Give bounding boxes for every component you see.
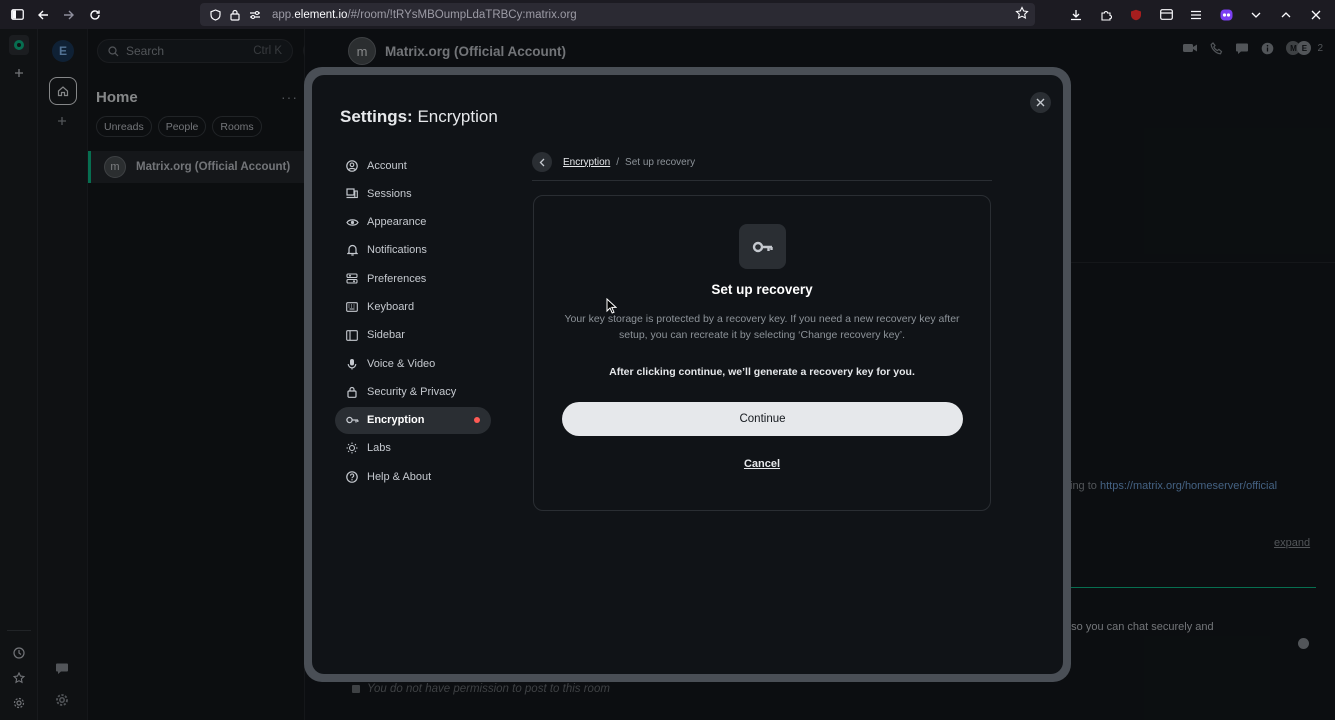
lightbulb-icon (345, 441, 359, 455)
nav-account[interactable]: Account (335, 152, 491, 179)
keyboard-icon (345, 300, 359, 314)
reader-view-icon[interactable] (1153, 0, 1179, 29)
nav-preferences[interactable]: Preferences (335, 265, 491, 292)
nav-labs[interactable]: Labs (335, 435, 491, 462)
permissions-icon[interactable] (246, 6, 264, 24)
chevron-left-icon (539, 158, 545, 166)
nav-encryption[interactable]: Encryption (335, 406, 491, 434)
menu-icon[interactable] (1183, 0, 1209, 29)
shield-icon[interactable] (206, 6, 224, 24)
nav-help-about[interactable]: Help & About (335, 463, 491, 490)
reload-icon[interactable] (82, 0, 108, 29)
nav-security-privacy[interactable]: Security & Privacy (335, 378, 491, 405)
eye-icon (345, 215, 359, 229)
nav-voice-video[interactable]: Voice & Video (335, 350, 491, 377)
alert-dot (474, 416, 480, 423)
sidebar-toggle-icon[interactable] (4, 0, 30, 29)
breadcrumb-parent-link[interactable]: Encryption (563, 157, 610, 168)
card-description: Your key storage is protected by a recov… (564, 313, 960, 341)
close-dialog-button[interactable] (1030, 92, 1051, 113)
nav-sessions[interactable]: Sessions (335, 180, 491, 207)
recovery-setup-card: Set up recovery Your key storage is prot… (533, 195, 991, 511)
url-text: app.element.io/#/room/!tRYsMBOumpLdaTRBC… (272, 8, 577, 21)
close-window-icon[interactable] (1303, 0, 1329, 29)
mouse-cursor-icon (606, 298, 617, 314)
ublock-icon[interactable] (1123, 0, 1149, 29)
help-icon (345, 470, 359, 484)
key-icon (752, 241, 773, 252)
nav-sidebar[interactable]: Sidebar (335, 322, 491, 349)
profile-extension-icon[interactable] (1213, 0, 1239, 29)
settings-dialog: Settings: Encryption Account Sessions Ap… (312, 75, 1063, 674)
microphone-icon (345, 357, 359, 371)
dialog-title: Settings: Encryption (340, 107, 498, 126)
user-circle-icon (345, 159, 359, 173)
settings-dialog-frame: Settings: Encryption Account Sessions Ap… (304, 67, 1071, 682)
browser-toolbar: app.element.io/#/room/!tRYsMBOumpLdaTRBC… (0, 0, 1335, 29)
lock-icon (345, 385, 359, 399)
sidebar-icon (345, 328, 359, 342)
back-arrow-icon[interactable] (30, 0, 56, 29)
breadcrumb-back-button[interactable] (532, 152, 552, 172)
url-bar[interactable]: app.element.io/#/room/!tRYsMBOumpLdaTRBC… (200, 3, 1035, 26)
recovery-key-icon-box (739, 224, 786, 269)
breadcrumb: Encryption / Set up recovery (532, 152, 695, 172)
downloads-icon[interactable] (1063, 0, 1089, 29)
breadcrumb-separator: / (616, 156, 620, 168)
continue-button[interactable]: Continue (562, 402, 963, 436)
nav-notifications[interactable]: Notifications (335, 237, 491, 264)
breadcrumb-current: Set up recovery (625, 156, 696, 168)
devices-icon (345, 187, 359, 201)
extensions-icon[interactable] (1093, 0, 1119, 29)
chevron-up-icon[interactable] (1273, 0, 1299, 29)
breadcrumb-divider (532, 180, 992, 181)
padlock-icon[interactable] (226, 6, 244, 24)
browser-actions (1063, 0, 1329, 29)
nav-appearance[interactable]: Appearance (335, 209, 491, 236)
chevron-down-icon[interactable] (1243, 0, 1269, 29)
cancel-button[interactable]: Cancel (534, 458, 990, 470)
forward-arrow-icon[interactable] (56, 0, 82, 29)
close-icon (1036, 98, 1045, 107)
key-icon (345, 413, 359, 427)
bookmark-star-icon[interactable] (1015, 6, 1029, 20)
nav-keyboard[interactable]: Keyboard (335, 293, 491, 320)
settings-nav: Account Sessions Appearance Notification… (335, 152, 491, 492)
card-note: After clicking continue, we’ll generate … (609, 366, 915, 378)
bell-icon (345, 243, 359, 257)
sliders-icon (345, 272, 359, 286)
card-title: Set up recovery (711, 282, 813, 297)
